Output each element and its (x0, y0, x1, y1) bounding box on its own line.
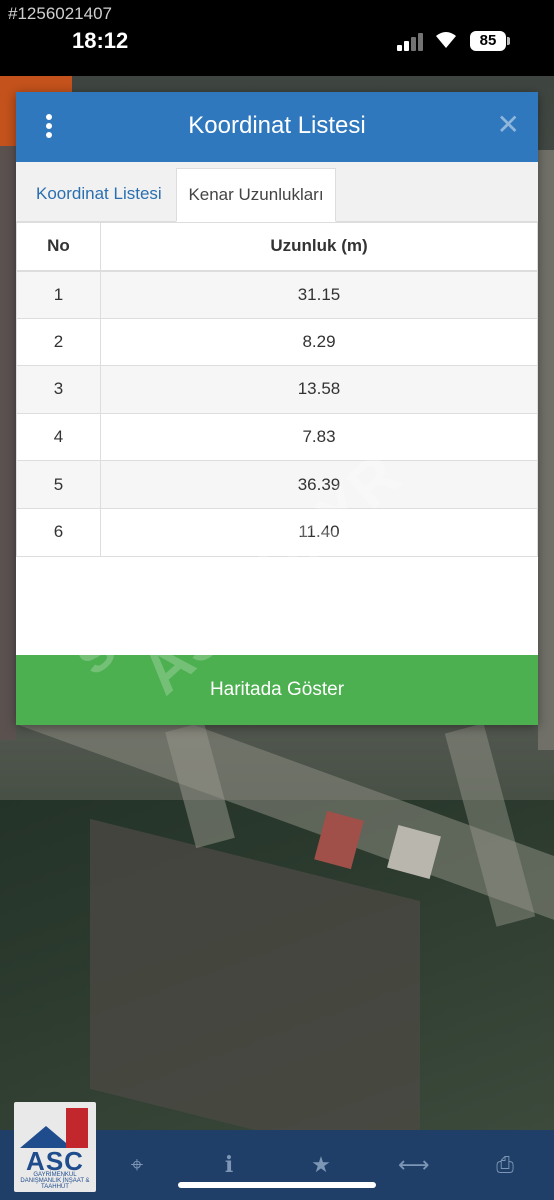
modal-header: Koordinat Listesi ✕ (16, 92, 538, 162)
print-icon[interactable]: ⎙ (490, 1150, 520, 1180)
show-on-map-button[interactable]: Haritada Göster (16, 655, 538, 725)
table-header-row: No Uzunluk (m) (16, 222, 538, 272)
coordinate-list-modal: Koordinat Listesi ✕ Koordinat Listesi Ke… (16, 92, 538, 725)
table-row: 5 36.39 (16, 460, 538, 509)
star-icon[interactable]: ★ (306, 1150, 336, 1180)
edge-lengths-table: No Uzunluk (m) 1 31.15 2 8.29 3 13.58 4 7.83 5 36… (16, 222, 538, 557)
row-number: 2 (16, 317, 101, 367)
close-icon[interactable]: ✕ (497, 110, 520, 140)
row-length: 31.15 (100, 270, 538, 319)
column-header-no: No (16, 222, 101, 272)
map-edge (538, 150, 554, 750)
map-edge (0, 80, 16, 740)
table-row: 1 31.15 (16, 270, 538, 319)
info-icon[interactable]: i (214, 1150, 244, 1180)
row-number: 3 (16, 365, 101, 414)
row-length: 11.40 (100, 507, 538, 557)
table-row: 4 7.83 (16, 412, 538, 462)
table-row: 2 8.29 (16, 317, 538, 367)
row-length: 13.58 (100, 365, 538, 414)
tab-coordinate-list[interactable]: Koordinat Listesi (24, 168, 174, 222)
modal-title: Koordinat Listesi (188, 112, 366, 139)
row-number: 6 (16, 507, 101, 557)
table-row: 6 11.40 (16, 507, 538, 557)
table-row: 3 13.58 (16, 365, 538, 414)
measure-icon[interactable]: ⟷ (398, 1150, 430, 1180)
row-length: 8.29 (100, 317, 538, 367)
home-indicator[interactable] (178, 1182, 376, 1188)
battery-icon: 85 (470, 31, 510, 51)
row-number: 5 (16, 460, 101, 509)
wifi-icon (434, 30, 458, 56)
status-bar: #1256021407 18:12 85 (0, 0, 554, 76)
row-number: 4 (16, 412, 101, 462)
row-length: 7.83 (100, 412, 538, 462)
column-header-length: Uzunluk (m) (100, 222, 538, 272)
crosshair-icon[interactable]: ⌖ (122, 1150, 152, 1180)
clock: 18:12 (72, 28, 129, 53)
company-logo: ASC GAYRİMENKUL DANIŞMANLIK İNŞAAT & TAA… (14, 1102, 96, 1192)
tab-bar: Koordinat Listesi Kenar Uzunlukları (16, 162, 538, 222)
row-number: 1 (16, 270, 101, 319)
row-length: 36.39 (100, 460, 538, 509)
signal-icon (397, 33, 425, 51)
listing-id: #1256021407 (8, 4, 113, 23)
tab-edge-lengths[interactable]: Kenar Uzunlukları (176, 168, 336, 222)
